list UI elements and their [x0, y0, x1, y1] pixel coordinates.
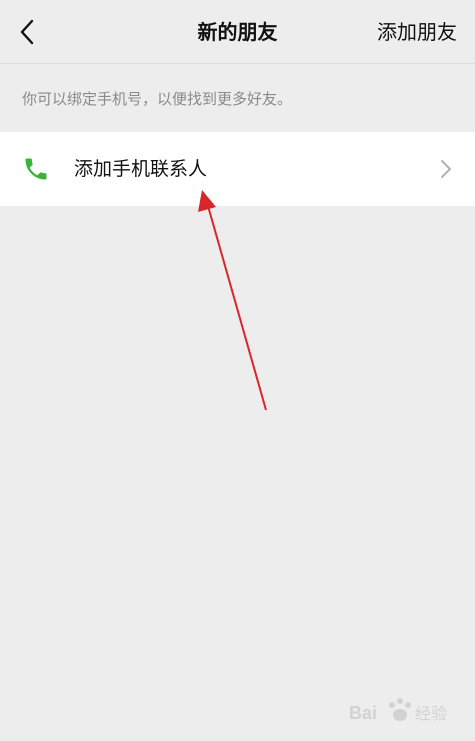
bind-phone-hint: 你可以绑定手机号，以便找到更多好友。: [22, 90, 293, 108]
chevron-right-icon: [441, 160, 451, 178]
new-friends-page: 新的朋友 添加朋友 你可以绑定手机号，以便找到更多好友。 添加手机联系人 Bai…: [0, 0, 475, 741]
list-item-label: 添加手机联系人: [74, 158, 208, 180]
baidu-jingyan-watermark: Bai 经验: [349, 698, 447, 723]
annotation-arrow: [198, 190, 267, 411]
add-friend-button[interactable]: 添加朋友: [377, 18, 457, 46]
svg-text:Bai: Bai: [349, 703, 377, 723]
svg-text:经验: 经验: [415, 704, 447, 723]
list-item-add-phone-contacts[interactable]: 添加手机联系人: [0, 132, 475, 206]
phone-icon: [25, 158, 47, 180]
back-button[interactable]: [10, 14, 44, 50]
nav-bar: 新的朋友 添加朋友: [0, 0, 475, 64]
chevron-left-icon: [20, 19, 34, 45]
